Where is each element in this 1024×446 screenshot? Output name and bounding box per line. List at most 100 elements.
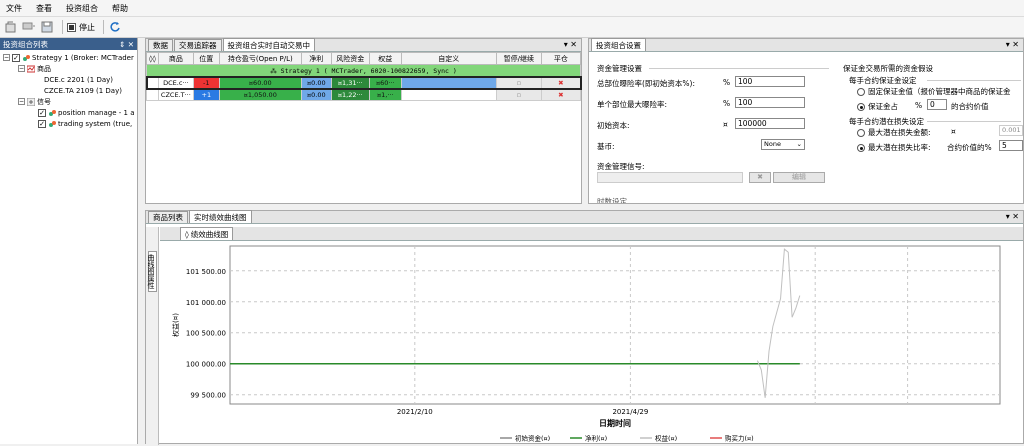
chart-properties-sidebar: 曲线图属性 — [146, 227, 159, 445]
custom-cell — [400, 76, 497, 89]
signal-clear-button[interactable]: ✖ — [749, 172, 771, 183]
legend-label: 购买力(¤) — [725, 434, 754, 443]
menu-file[interactable]: 文件 — [6, 3, 22, 14]
save-icon[interactable] — [40, 20, 54, 34]
column-header[interactable]: 净利 — [300, 52, 332, 65]
signal-checkbox[interactable]: ✓ — [38, 108, 46, 117]
fixed-margin-option[interactable]: 固定保证金值（报价管理器中商品的保证金 — [857, 86, 1023, 97]
tab-controls[interactable]: ▾ ✕ — [1006, 40, 1019, 49]
margin-title: 保证金交易所需的资金假设 — [843, 64, 933, 73]
symbol-cell: CZCE.T··· — [157, 88, 194, 101]
stop-button[interactable]: 停止 — [67, 22, 95, 33]
tree-instrument-czce[interactable]: CZCE.TA 2109 (1 Day) — [0, 85, 137, 96]
performance-chart[interactable]: 101 500.00 101 000.00 100 500.00 100 000.00… — [160, 242, 1024, 446]
x-axis-label: 日期时间 — [599, 418, 631, 428]
max-loss-ratio-input[interactable]: 5 — [999, 140, 1023, 151]
strategy-checkbox[interactable]: ✓ — [12, 53, 20, 62]
new-portfolio-icon[interactable] — [4, 20, 18, 34]
percent-margin-label: 保证金占 — [868, 102, 898, 111]
tree-signal-trading[interactable]: ✓ trading system (true, — [0, 118, 137, 129]
pause-button[interactable]: ▫ — [495, 88, 542, 101]
percent-margin-input[interactable]: 0 — [927, 99, 947, 110]
column-header[interactable]: 平仓 — [540, 52, 582, 65]
max-loss-amount-input[interactable]: 0.001 — [999, 125, 1023, 136]
y-tick-label: 101 500.00 — [186, 268, 226, 276]
cutoff-section-label: 时数设定 — [597, 197, 627, 203]
tree-signal-position[interactable]: ✓ position manage - 1 a — [0, 107, 137, 118]
menu-portfolio[interactable]: 投资组合 — [66, 3, 98, 14]
row-indicator — [146, 88, 159, 101]
chart-tab-icon: ◊ — [185, 229, 189, 239]
fixed-margin-radio[interactable] — [857, 88, 865, 96]
max-loss-amount-radio[interactable] — [857, 129, 865, 137]
flag-icon[interactable] — [22, 20, 36, 34]
max-loss-amount-label: 最大潜在损失金额: — [868, 128, 931, 137]
column-header[interactable]: 风险资金 — [330, 52, 370, 65]
tree-label: Strategy 1 (Broker: MCTrader — [32, 53, 134, 62]
column-header[interactable]: 自定义 — [400, 52, 497, 65]
tab-live-trading[interactable]: 投资组合实时自动交易中 — [222, 38, 315, 51]
strategy-icon: ⁂ — [270, 66, 281, 75]
exposure-unit: % — [723, 78, 731, 87]
tab-controls[interactable]: ▾ ✕ — [564, 40, 577, 49]
table-row[interactable]: DCE.c··· -1 ¤60.00 ¤0.00 ¤1,31··· ¤60···… — [145, 75, 582, 90]
menu-bar: 文件 查看 投资组合 帮助 — [0, 0, 1024, 17]
tab-trade-tracker[interactable]: 交易追踪器 — [174, 39, 222, 51]
chart-properties-tab[interactable]: 曲线图属性 — [147, 251, 157, 292]
max-loss-amount-option[interactable]: 最大潜在损失金额: — [857, 127, 931, 138]
percent-margin-option[interactable]: 保证金占 — [857, 101, 898, 112]
section-divider — [927, 121, 1021, 122]
y-tick-label: 101 000.00 — [186, 299, 226, 307]
tab-performance-curve[interactable]: 实时绩效曲线图 — [189, 210, 252, 223]
strategy-icon — [22, 54, 30, 62]
menu-view[interactable]: 查看 — [36, 3, 52, 14]
column-header[interactable]: 持仓盈亏(Open P/L) — [218, 52, 302, 65]
tab-data[interactable]: 数据 — [148, 39, 173, 51]
init-capital-unit: ¤ — [723, 120, 728, 129]
table-row[interactable]: CZCE.T··· +1 ¤1,050.00 ¤0.00 ¤1,22··· ¤1… — [146, 88, 582, 101]
init-capital-label: 初始资本: — [597, 121, 630, 130]
exposure-input[interactable]: 100 — [735, 76, 805, 87]
signal-checkbox[interactable]: ✓ — [38, 119, 46, 128]
max-loss-ratio-option[interactable]: 最大潜在损失比率: — [857, 142, 931, 153]
tab-portfolio-settings[interactable]: 投资组合设置 — [591, 38, 646, 51]
tree-instrument-dce[interactable]: DCE.c 2201 (1 Day) — [0, 74, 137, 85]
percent-margin-radio[interactable] — [857, 103, 865, 111]
signal-edit-button[interactable]: 编辑 — [773, 172, 825, 183]
pause-button[interactable]: ▫ — [495, 76, 542, 89]
menu-help[interactable]: 帮助 — [112, 3, 128, 14]
equity-cell: ¤1,··· — [368, 88, 402, 101]
collapse-icon[interactable]: − — [18, 98, 25, 105]
collapse-icon[interactable]: − — [18, 65, 25, 72]
loss-sub-heading: 每手合约潜在损失设定 — [849, 117, 924, 126]
legend-label: 净利(¤) — [585, 434, 607, 443]
tree-signals[interactable]: − 信号 — [0, 96, 137, 107]
refresh-icon[interactable] — [108, 20, 122, 34]
tree-instruments[interactable]: − 商品 — [0, 63, 137, 74]
max-exposure-label: 单个部位最大曝险率: — [597, 100, 668, 109]
tree-label: position manage - 1 a — [58, 108, 135, 117]
max-loss-ratio-tail: 合约价值的% — [947, 143, 992, 152]
tab-equity-curve[interactable]: ◊ 绩效曲线图 — [180, 227, 234, 240]
column-header[interactable]: 暂停/继续 — [495, 52, 542, 65]
init-capital-input[interactable]: 100000 — [735, 118, 805, 129]
column-header[interactable]: 商品 — [157, 52, 194, 65]
strategy-row[interactable]: ⁂ Strategy 1 ( MCTrader, 6020-100822659,… — [146, 64, 581, 77]
max-loss-ratio-radio[interactable] — [857, 144, 865, 152]
signal-input[interactable] — [597, 172, 743, 183]
y-tick-label: 100 500.00 — [186, 330, 226, 338]
signals-icon — [26, 97, 36, 106]
currency-select[interactable]: None ⌄ — [761, 139, 805, 150]
close-position-button[interactable]: ✖ — [540, 76, 582, 89]
expand-column[interactable]: ◊◊ — [146, 52, 159, 65]
panel-pin-close[interactable]: ⇕ ✕ — [119, 40, 134, 49]
column-header[interactable]: 位置 — [192, 52, 220, 65]
close-position-button[interactable]: ✖ — [540, 88, 582, 101]
column-header[interactable]: 权益 — [368, 52, 402, 65]
tab-instrument-list[interactable]: 商品列表 — [148, 211, 188, 223]
max-exposure-input[interactable]: 100 — [735, 97, 805, 108]
tree-strategy[interactable]: − ✓ Strategy 1 (Broker: MCTrader — [0, 52, 137, 63]
collapse-icon[interactable]: − — [3, 54, 10, 61]
y-axis-label: 权益(¤) — [171, 313, 180, 337]
tab-controls[interactable]: ▾ ✕ — [1006, 212, 1019, 221]
